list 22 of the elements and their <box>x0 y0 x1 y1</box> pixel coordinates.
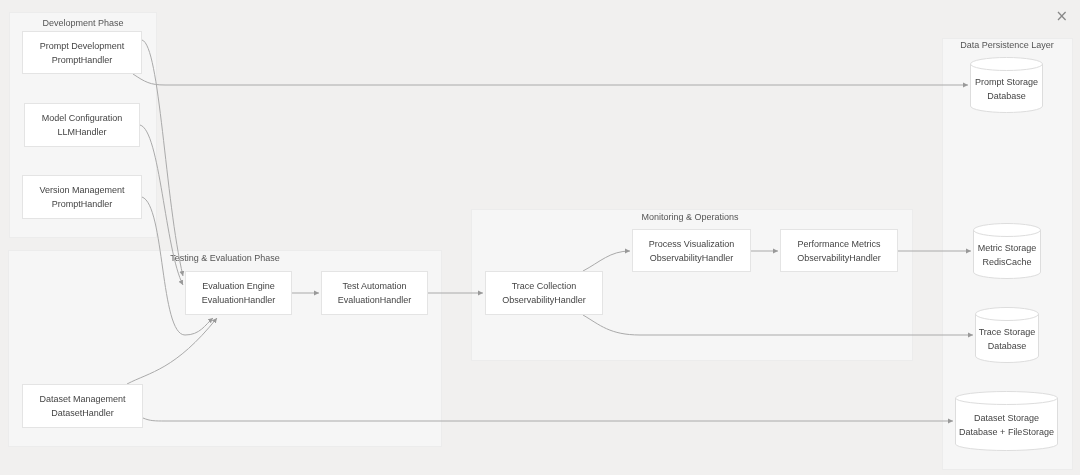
database-node: Metric Storage RedisCache <box>973 223 1041 279</box>
connector-arrow <box>582 248 631 272</box>
process-node: Evaluation Engine EvaluationHandler <box>185 271 292 315</box>
group-title: Data Persistence Layer <box>959 40 1055 50</box>
group-title: Monitoring & Operations <box>640 212 740 222</box>
process-node: Test Automation EvaluationHandler <box>321 271 428 315</box>
connector-arrow <box>427 290 484 296</box>
process-node: Model Configuration LLMHandler <box>24 103 140 147</box>
process-node: Version Management PromptHandler <box>22 175 142 219</box>
process-node: Performance Metrics ObservabilityHandler <box>780 229 898 272</box>
connector-arrow <box>750 248 779 254</box>
group-title: Development Phase <box>41 18 125 28</box>
process-node: Prompt Development PromptHandler <box>22 31 142 74</box>
group-title: Testing & Evaluation Phase <box>169 253 281 263</box>
database-node: Trace Storage Database <box>975 307 1039 363</box>
process-node: Process Visualization ObservabilityHandler <box>632 229 751 272</box>
process-node: Trace Collection ObservabilityHandler <box>485 271 603 315</box>
connector-arrow <box>291 290 320 296</box>
database-node: Dataset Storage Database + FileStorage <box>955 391 1058 451</box>
database-node: Prompt Storage Database <box>970 57 1043 113</box>
process-node: Dataset Management DatasetHandler <box>22 384 143 428</box>
close-button[interactable]: × <box>1051 8 1072 24</box>
